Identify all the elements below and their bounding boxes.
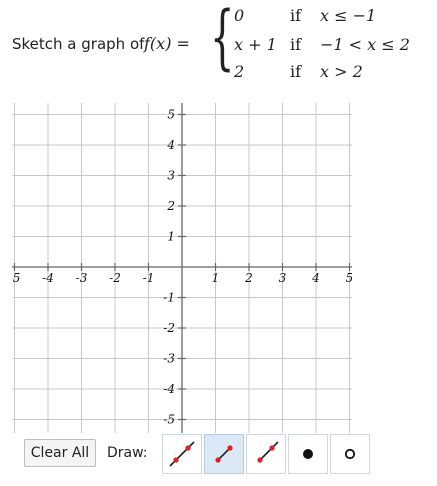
case-value: 0 (234, 6, 245, 25)
case-if: if (290, 62, 302, 81)
function-lhs: f(x) = (144, 34, 190, 53)
open-dot-tool-button[interactable] (330, 434, 370, 474)
x-tick-label: 1 (212, 271, 220, 285)
y-tick-label: 1 (167, 230, 175, 244)
x-tick-label: -4 (42, 271, 54, 285)
case-value: x + 1 (234, 35, 277, 54)
case-condition: −1 < x ≤ 2 (320, 35, 410, 54)
line-icon (169, 441, 195, 467)
case-row: x + 1 if −1 < x ≤ 2 (234, 35, 434, 57)
case-row: 2 if x > 2 (234, 62, 434, 84)
ray-tool-button[interactable] (246, 434, 286, 474)
y-tick-label: 4 (166, 138, 175, 152)
x-tick-label: -1 (143, 271, 155, 285)
y-tick-label: -2 (163, 321, 175, 335)
y-tick-label: -5 (163, 413, 175, 427)
y-tick-label: -1 (163, 291, 175, 305)
x-tick-label: 4 (311, 271, 320, 285)
y-tick-label: -3 (163, 352, 175, 366)
case-row: 0 if x ≤ −1 (234, 6, 434, 28)
y-tick-label: 2 (166, 199, 175, 213)
x-tick-label: 3 (279, 271, 287, 285)
case-condition: x ≤ −1 (320, 6, 377, 25)
closed-dot-icon (303, 449, 313, 459)
clear-all-button[interactable]: Clear All (24, 439, 96, 467)
case-if: if (290, 35, 302, 54)
y-tick-label: 3 (167, 169, 175, 183)
open-dot-icon (344, 448, 356, 460)
x-tick-label: -3 (76, 271, 88, 285)
segment-tool-button[interactable] (204, 434, 244, 474)
cases-brace: { (210, 0, 235, 78)
drawing-toolbar: Clear All Draw: (12, 432, 370, 474)
ray-icon (257, 441, 279, 463)
x-tick-label: 2 (244, 271, 253, 285)
closed-dot-tool-button[interactable] (288, 434, 328, 474)
x-tick-label: 5 (346, 271, 352, 285)
problem-prompt: Sketch a graph of f(x) = { 0 if x ≤ −1 x… (12, 0, 432, 90)
x-tick-label: -2 (109, 271, 121, 285)
graph-canvas[interactable]: -5 -4 -3 -2 -1 1 2 3 4 5 5 4 3 2 1 -1 -2 -3 -4 -5 (9, 103, 353, 433)
case-value: 2 (234, 62, 245, 81)
prompt-text: Sketch a graph of (12, 35, 145, 53)
y-tick-label: 5 (167, 108, 175, 122)
case-if: if (290, 6, 302, 25)
case-condition: x > 2 (320, 62, 363, 81)
line-tool-button[interactable] (162, 434, 202, 474)
y-tick-label: -4 (163, 382, 175, 396)
draw-label: Draw: (107, 445, 148, 461)
segment-icon (215, 445, 233, 463)
graph-area[interactable]: -5 -4 -3 -2 -1 1 2 3 4 5 5 4 3 2 1 -1 -2 -3 -4 -5 (9, 103, 353, 433)
x-tick-label: -5 (12, 271, 20, 285)
